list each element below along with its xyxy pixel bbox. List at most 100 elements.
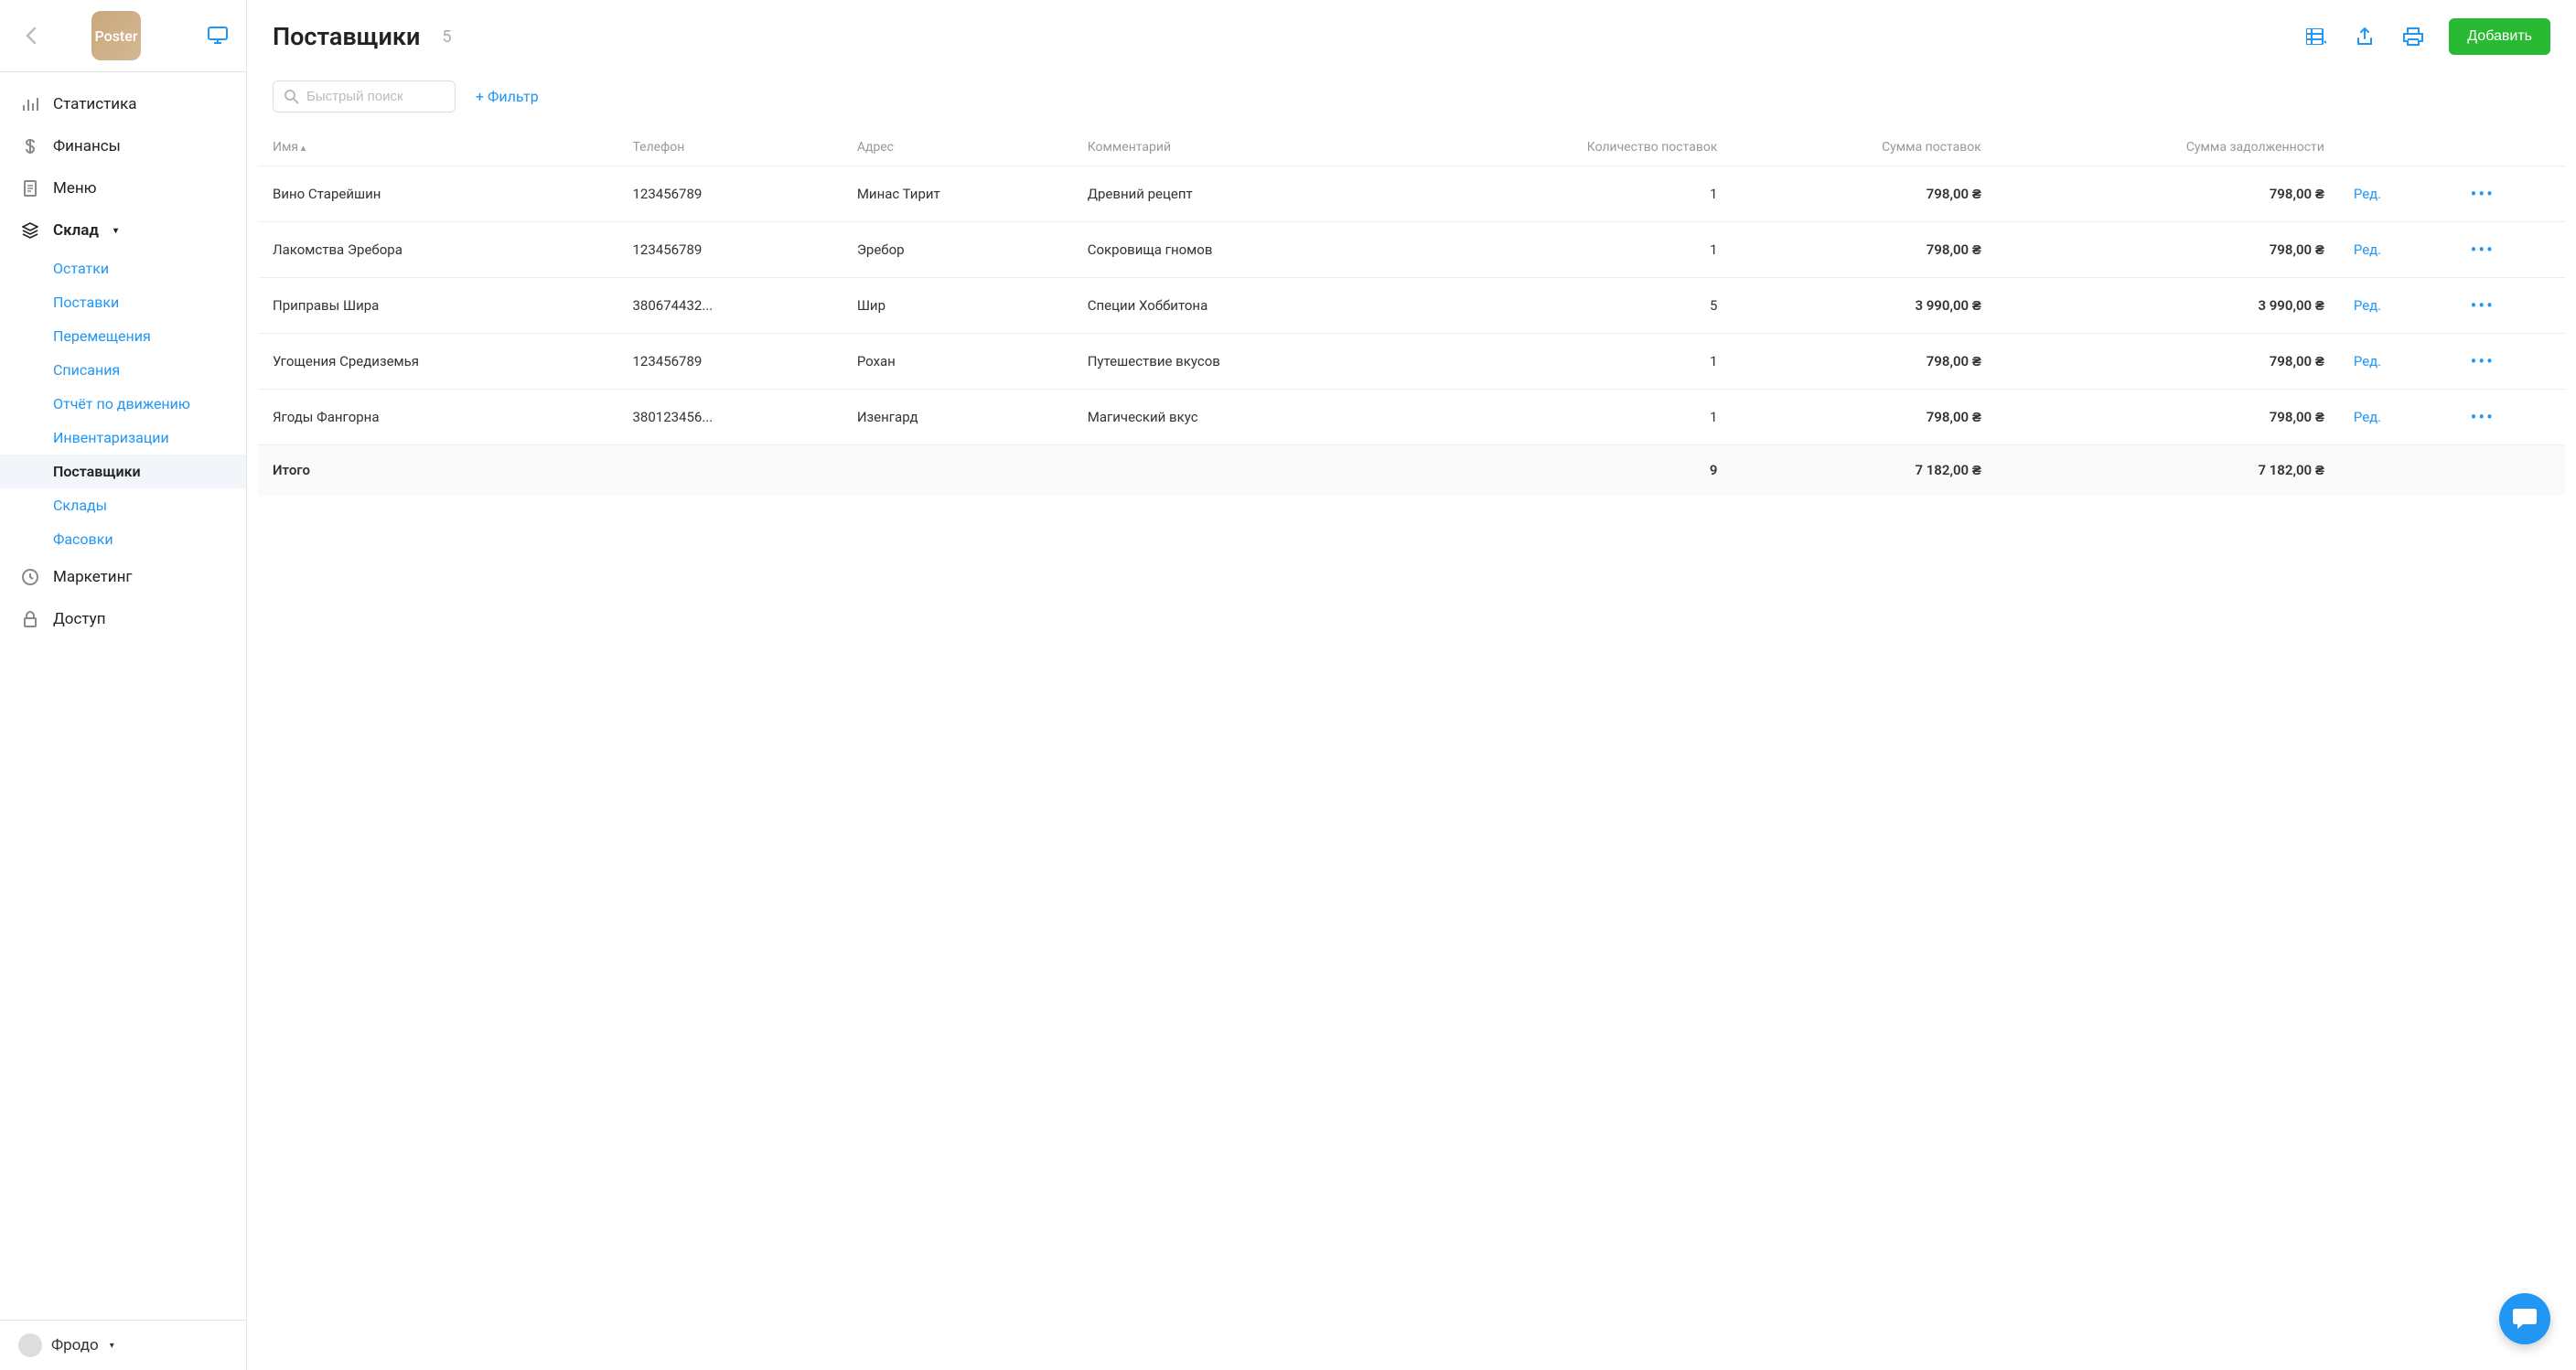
cell-address: Эребор — [843, 222, 1073, 278]
total-label: Итого — [258, 445, 617, 496]
cell-name: Приправы Шира — [258, 278, 617, 334]
page-count: 5 — [442, 27, 451, 47]
cell-phone: 123456789 — [617, 222, 842, 278]
col-name[interactable]: Имя — [258, 129, 617, 166]
subnav-warehouse: Остатки Поставки Перемещения Списания От… — [0, 252, 246, 556]
chat-fab[interactable] — [2499, 1293, 2550, 1344]
nav-item-finance[interactable]: Финансы — [0, 125, 246, 167]
subnav-item-suppliers[interactable]: Поставщики — [0, 455, 246, 488]
logo[interactable]: Poster — [91, 11, 141, 60]
nav-item-marketing[interactable]: Маркетинг — [0, 556, 246, 598]
cell-sum: 798,00 ₴ — [1732, 222, 1995, 278]
edit-link[interactable]: Ред. — [2354, 186, 2381, 202]
document-icon — [20, 178, 40, 198]
col-phone[interactable]: Телефон — [617, 129, 842, 166]
subnav-item-warehouses[interactable]: Склады — [53, 488, 246, 522]
cell-sum: 3 990,00 ₴ — [1732, 278, 1995, 334]
add-button[interactable]: Добавить — [2449, 18, 2550, 55]
nav-label: Меню — [53, 179, 97, 198]
col-comment[interactable]: Комментарий — [1073, 129, 1405, 166]
more-button[interactable]: ••• — [2471, 350, 2495, 372]
nav-label: Статистика — [53, 95, 137, 113]
table-row[interactable]: Угощения Средиземья 123456789 Рохан Путе… — [258, 334, 2565, 390]
total-sum: 7 182,00 ₴ — [1732, 445, 1995, 496]
nav-item-access[interactable]: Доступ — [0, 598, 246, 640]
table-row[interactable]: Вино Старейшин 123456789 Минас Тирит Дре… — [258, 166, 2565, 222]
subnav-item-packing[interactable]: Фасовки — [53, 522, 246, 556]
more-button[interactable]: ••• — [2471, 294, 2495, 316]
edit-link[interactable]: Ред. — [2354, 353, 2381, 369]
user-name: Фродо — [51, 1336, 99, 1354]
table-row[interactable]: Ягоды Фангорна 380123456... Изенгард Маг… — [258, 390, 2565, 445]
subnav-item-supplies[interactable]: Поставки — [53, 285, 246, 319]
cell-comment: Путешествие вкусов — [1073, 334, 1405, 390]
nav-item-menu[interactable]: Меню — [0, 167, 246, 209]
cell-qty: 1 — [1405, 166, 1733, 222]
nav-item-warehouse[interactable]: Склад ▾ — [0, 209, 246, 252]
total-debt: 7 182,00 ₴ — [1996, 445, 2339, 496]
print-icon — [2403, 27, 2423, 46]
back-button[interactable] — [18, 23, 44, 48]
avatar — [18, 1333, 42, 1357]
edit-link[interactable]: Ред. — [2354, 409, 2381, 425]
subnav-item-inventory[interactable]: Инвентаризации — [53, 421, 246, 455]
bar-chart-icon — [20, 94, 40, 114]
caret-down-icon: ▾ — [110, 1341, 114, 1351]
clock-icon — [20, 567, 40, 587]
subnav-item-transfers[interactable]: Перемещения — [53, 319, 246, 353]
main-content: Поставщики 5 Добавить — [247, 0, 2576, 1370]
nav: Статистика Финансы Меню Склад ▾ — [0, 72, 246, 1320]
export-button[interactable] — [2352, 24, 2377, 49]
print-button[interactable] — [2399, 24, 2427, 49]
cell-comment: Древний рецепт — [1073, 166, 1405, 222]
more-button[interactable]: ••• — [2471, 239, 2495, 261]
cell-debt: 798,00 ₴ — [1996, 390, 2339, 445]
edit-link[interactable]: Ред. — [2354, 241, 2381, 258]
more-button[interactable]: ••• — [2471, 406, 2495, 428]
cell-comment: Сокровища гномов — [1073, 222, 1405, 278]
user-menu[interactable]: Фродо ▾ — [0, 1320, 246, 1370]
cell-name: Вино Старейшин — [258, 166, 617, 222]
cell-name: Угощения Средиземья — [258, 334, 617, 390]
nav-label: Финансы — [53, 137, 121, 155]
subnav-item-movement-report[interactable]: Отчёт по движению — [53, 387, 246, 421]
cell-name: Ягоды Фангорна — [258, 390, 617, 445]
filter-row: + Фильтр — [247, 73, 2576, 129]
col-debt[interactable]: Сумма задолженности — [1996, 129, 2339, 166]
cell-address: Шир — [843, 278, 1073, 334]
columns-button[interactable] — [2302, 25, 2330, 48]
cell-sum: 798,00 ₴ — [1732, 390, 1995, 445]
lock-icon — [20, 609, 40, 629]
cell-qty: 5 — [1405, 278, 1733, 334]
topbar: Поставщики 5 Добавить — [247, 0, 2576, 73]
chat-icon — [2512, 1307, 2538, 1331]
search-input[interactable] — [306, 89, 444, 104]
cell-phone: 380674432... — [617, 278, 842, 334]
cell-address: Изенгард — [843, 390, 1073, 445]
caret-down-icon: ▾ — [113, 226, 118, 236]
export-icon — [2356, 27, 2374, 46]
table-row[interactable]: Лакомства Эребора 123456789 Эребор Сокро… — [258, 222, 2565, 278]
col-address[interactable]: Адрес — [843, 129, 1073, 166]
nav-label: Склад — [53, 221, 99, 240]
cell-debt: 798,00 ₴ — [1996, 166, 2339, 222]
cell-comment: Специи Хоббитона — [1073, 278, 1405, 334]
monitor-icon[interactable] — [208, 27, 228, 45]
cell-phone: 380123456... — [617, 390, 842, 445]
col-qty[interactable]: Количество поставок — [1405, 129, 1733, 166]
subnav-item-stock[interactable]: Остатки — [53, 252, 246, 285]
list-icon — [2306, 28, 2326, 45]
edit-link[interactable]: Ред. — [2354, 297, 2381, 314]
sidebar: Poster Статистика Финансы — [0, 0, 247, 1370]
cell-sum: 798,00 ₴ — [1732, 334, 1995, 390]
col-sum[interactable]: Сумма поставок — [1732, 129, 1995, 166]
subnav-item-writeoffs[interactable]: Списания — [53, 353, 246, 387]
more-button[interactable]: ••• — [2471, 183, 2495, 205]
search-box[interactable] — [273, 80, 456, 112]
filter-button[interactable]: + Фильтр — [476, 88, 539, 105]
total-qty: 9 — [1405, 445, 1733, 496]
nav-item-statistics[interactable]: Статистика — [0, 83, 246, 125]
table-row[interactable]: Приправы Шира 380674432... Шир Специи Хо… — [258, 278, 2565, 334]
cell-comment: Магический вкус — [1073, 390, 1405, 445]
cell-name: Лакомства Эребора — [258, 222, 617, 278]
